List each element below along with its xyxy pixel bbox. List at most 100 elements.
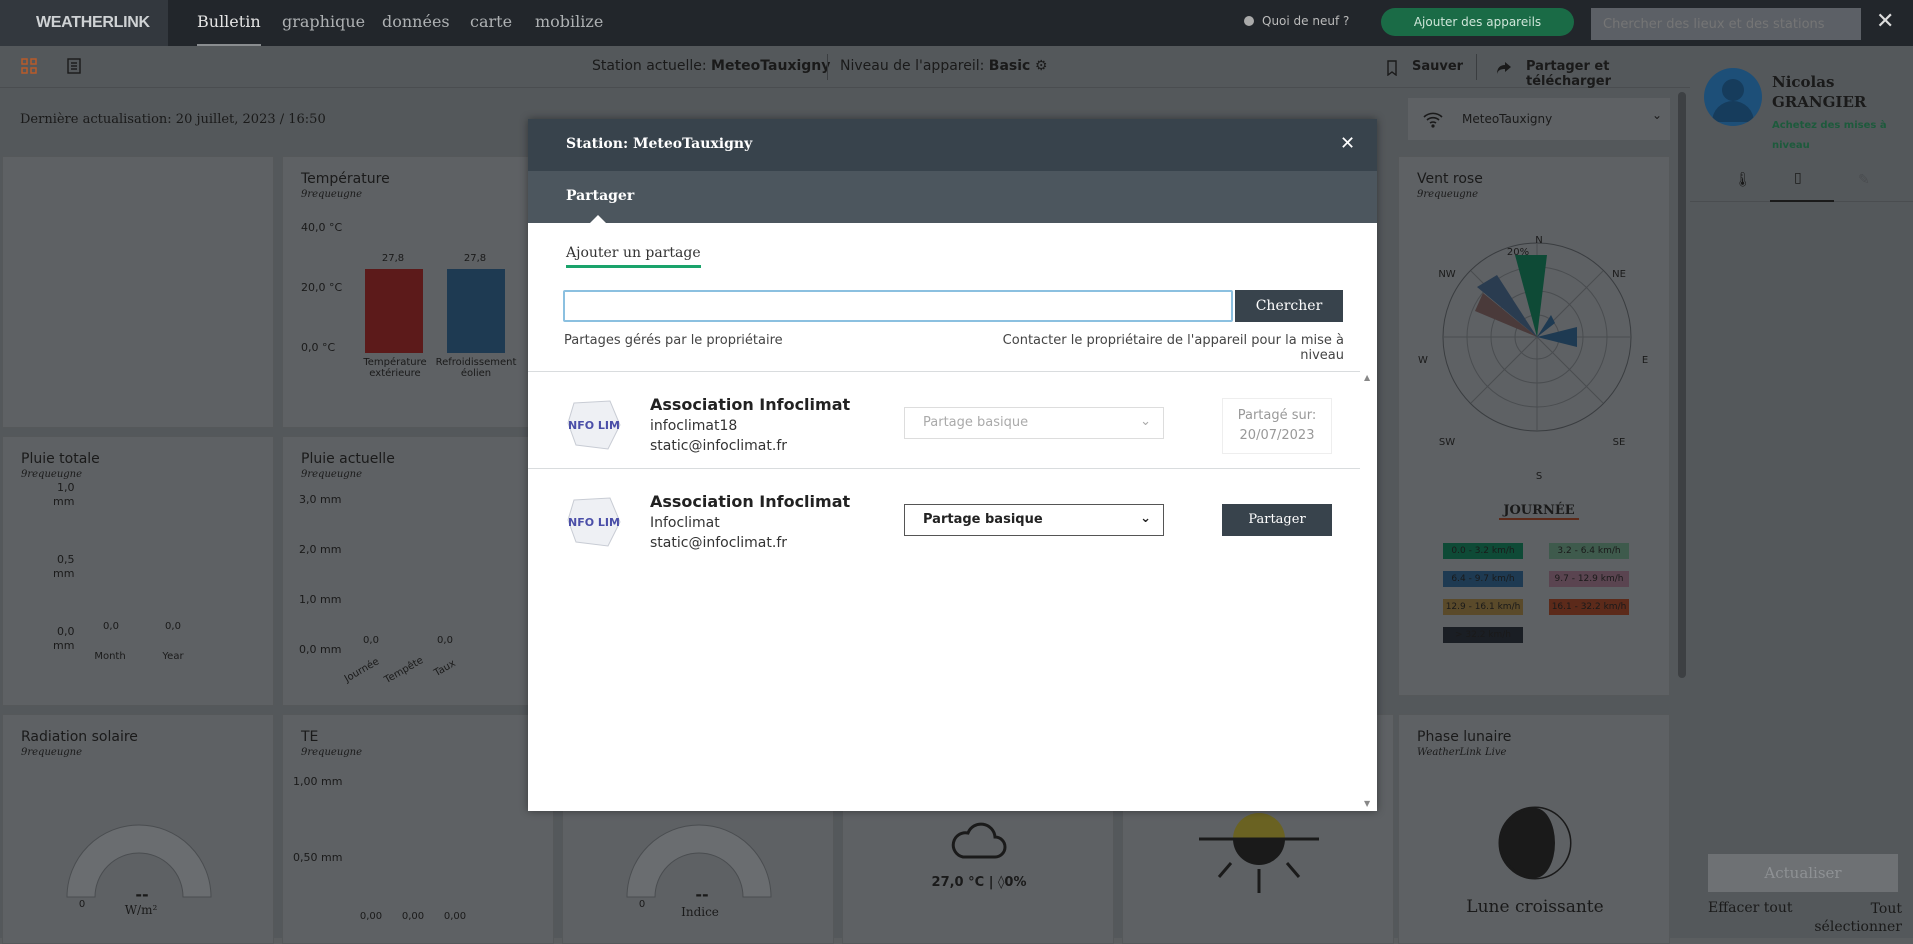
uv-unit: Indice <box>681 905 719 919</box>
add-share-heading[interactable]: Ajouter un partage <box>566 245 701 268</box>
nav-graphique[interactable]: graphique <box>282 0 365 46</box>
nav-donnees[interactable]: données <box>382 0 450 46</box>
search-button[interactable]: Chercher <box>1235 290 1343 322</box>
wifi-icon <box>1423 112 1443 128</box>
thermometer-icon[interactable]: 🌡 <box>1734 172 1752 188</box>
value-label: 0,0 <box>165 621 181 632</box>
y-tick: 1,0 mm <box>299 593 342 606</box>
nav-carte[interactable]: carte <box>470 0 512 46</box>
page-scrollbar[interactable] <box>1678 92 1686 678</box>
solar-card[interactable]: Radiation solaire 9requeugne -- 0 W/m² <box>2 714 274 944</box>
y-tick: 2,0 mm <box>299 543 342 556</box>
select-all-link[interactable]: Tout sélectionner <box>1810 900 1902 936</box>
modal-scrollbar[interactable]: ▲ ▼ <box>1360 371 1377 811</box>
station-subbar: Station actuelle: MeteoTauxigny Niveau d… <box>0 46 1690 89</box>
station-selector[interactable]: MeteoTauxigny ⌄ <box>1408 98 1670 140</box>
shared-on-date: 20/07/2023 <box>1239 428 1315 443</box>
y-tick: 20,0 °C <box>301 281 343 294</box>
add-devices-button[interactable]: Ajouter des appareils <box>1381 8 1574 36</box>
share-name: Association Infoclimat <box>650 395 851 414</box>
share-level-select[interactable]: Partage basique ⌄ <box>904 504 1164 536</box>
level-label: Niveau de l'appareil: <box>840 58 985 74</box>
select-value: Partage basique <box>923 512 1043 527</box>
modal-header: Station: MeteoTauxigny ✕ <box>528 119 1377 171</box>
chevron-down-icon: ⌄ <box>1140 511 1151 526</box>
search-input[interactable] <box>1591 8 1861 40</box>
infoclimat-logo: NFO LIM <box>567 400 621 450</box>
bar-outdoor-temp <box>365 269 423 353</box>
whats-new-link[interactable]: Quoi de neuf ? <box>1244 14 1349 28</box>
refresh-button[interactable]: Actualiser <box>1708 854 1898 892</box>
moon-card[interactable]: Phase lunaire WeatherLink Live Lune croi… <box>1398 714 1670 944</box>
legend-tag: 9.7 - 12.9 km/h <box>1549 571 1629 587</box>
card-subtitle: 9requeugne <box>21 747 83 758</box>
scroll-up-icon[interactable]: ▲ <box>1364 373 1370 382</box>
station-name: MeteoTauxigny <box>711 58 831 74</box>
share-download-button[interactable]: Partager et télécharger <box>1526 59 1690 89</box>
y-tick: 1,00 mm <box>293 775 343 788</box>
user-icon <box>1712 79 1754 122</box>
whats-new-label: Quoi de neuf ? <box>1262 14 1350 28</box>
dir-n: N <box>1535 235 1543 246</box>
modal-title: Station: MeteoTauxigny <box>566 136 753 152</box>
share-email: static@infoclimat.fr <box>650 438 788 454</box>
legend-tag: 3.2 - 6.4 km/h <box>1549 543 1629 559</box>
nav-bulletin[interactable]: Bulletin <box>197 0 261 46</box>
value-label: 0,00 <box>443 911 467 922</box>
shared-on-status: Partagé sur: 20/07/2023 <box>1222 398 1332 454</box>
card-subtitle: 9requeugne <box>1417 189 1479 200</box>
upgrade-link[interactable]: Achetez des mises à niveau <box>1772 116 1892 156</box>
gear-icon[interactable]: ⚙ <box>1035 58 1048 74</box>
et-card[interactable]: TE 9requeugne 1,00 mm 0,50 mm 0,00 0,00 … <box>282 714 554 944</box>
card-title: Température <box>301 171 390 187</box>
clear-all-link[interactable]: Effacer tout <box>1708 900 1792 916</box>
nav-mobilize[interactable]: mobilize <box>535 0 603 46</box>
grid-view-icon[interactable] <box>21 58 37 74</box>
solar-value: -- <box>135 885 149 904</box>
dir-se: SE <box>1612 437 1626 448</box>
scroll-down-icon[interactable]: ▼ <box>1364 799 1370 808</box>
bar-wind-chill <box>447 269 505 353</box>
dir-ne: NE <box>1612 269 1626 280</box>
empty-card <box>2 156 274 428</box>
share-name: Association Infoclimat <box>650 492 851 511</box>
rain-total-card[interactable]: Pluie totale 9requeugne 1,0 mm 0,5 mm 0,… <box>2 436 274 706</box>
weatherlink-logo[interactable]: WEATHERLINK <box>0 0 168 46</box>
list-view-icon[interactable] <box>66 58 82 74</box>
category-label: Taux <box>432 658 458 679</box>
share-button[interactable]: Partager <box>1222 504 1332 536</box>
y-unit: mm <box>53 495 75 508</box>
share-arrow-icon <box>1497 62 1511 74</box>
share-row: NFO LIM Association Infoclimat Infoclima… <box>528 470 1360 566</box>
tab-devices[interactable]: ▯ <box>1770 158 1834 202</box>
share-username: Infoclimat <box>650 515 720 531</box>
tab-partager[interactable]: Partager <box>566 188 634 204</box>
category-label: Year <box>162 651 184 662</box>
wind-rose-chart <box>1442 242 1632 432</box>
select-value: Partage basique <box>923 415 1029 430</box>
y-tick: 0,50 mm <box>293 851 343 864</box>
dir-sw: SW <box>1438 437 1456 448</box>
y-tick: 0,0 °C <box>301 341 336 354</box>
wrench-icon[interactable]: ✎ <box>1858 172 1870 188</box>
wind-rose-card[interactable]: Vent rose 9requeugne 20% N NE E SE S SW … <box>1398 156 1670 696</box>
period-label[interactable]: JOURNÉE <box>1499 503 1579 520</box>
temperature-card[interactable]: Température 9requeugne 40,0 °C 20,0 °C 0… <box>282 156 554 428</box>
dir-s: S <box>1535 471 1543 482</box>
card-title: Radiation solaire <box>21 729 138 745</box>
save-button[interactable]: Sauver <box>1412 59 1463 74</box>
dir-w: W <box>1418 355 1428 366</box>
owner-managed-note: Partages gérés par le propriétaire <box>564 333 783 348</box>
card-subtitle: 9requeugne <box>301 189 363 200</box>
current-station: Station actuelle: MeteoTauxigny <box>592 58 830 74</box>
category-label: Journée <box>342 656 382 685</box>
close-icon[interactable]: ✕ <box>1340 133 1355 154</box>
value-label: 0,00 <box>401 911 425 922</box>
close-icon[interactable]: ✕ <box>1876 9 1894 34</box>
y-unit: mm <box>53 639 75 652</box>
share-search-input[interactable] <box>563 290 1233 322</box>
rain-current-card[interactable]: Pluie actuelle 9requeugne 3,0 mm 2,0 mm … <box>282 436 554 706</box>
chevron-down-icon: ⌄ <box>1652 108 1663 122</box>
forecast-text: 27,0 °C | ◊0% <box>931 875 1027 890</box>
avatar[interactable] <box>1704 68 1762 126</box>
